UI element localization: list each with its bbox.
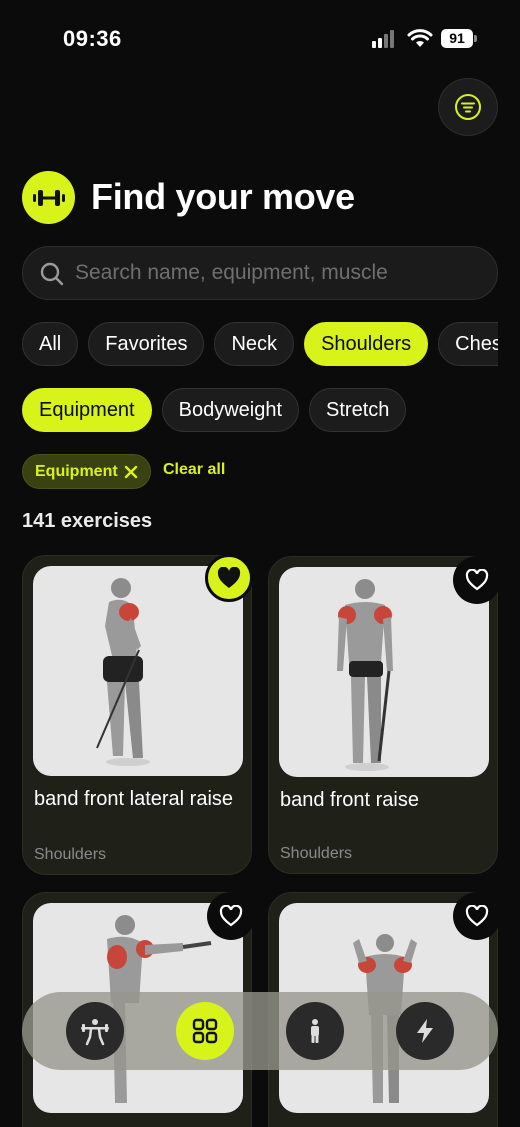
result-count: 141 exercises (22, 510, 153, 532)
dumbbell-icon (32, 189, 65, 206)
exercise-muscle: Shoulders (34, 846, 107, 863)
exercise-name: band front lateral raise (34, 788, 234, 810)
grid-icon (192, 1018, 218, 1044)
nav-quick[interactable] (396, 1002, 454, 1060)
person-icon (311, 1019, 319, 1043)
lightning-icon (417, 1019, 433, 1043)
search-icon (40, 262, 64, 286)
exercise-figure (337, 579, 393, 771)
type-filter-row: Equipment Bodyweight Stretch (22, 388, 407, 432)
nav-exercises[interactable] (176, 1002, 234, 1060)
chip-chest[interactable]: Chest (438, 322, 498, 366)
nav-body[interactable] (286, 1002, 344, 1060)
applied-filter-tag[interactable]: Equipment (22, 454, 151, 489)
bottom-nav (22, 992, 498, 1070)
page-title: Find your move (91, 176, 355, 217)
favorite-button[interactable] (207, 892, 255, 940)
clear-all-link[interactable]: Clear all (163, 461, 225, 479)
search-bar[interactable] (22, 246, 498, 300)
category-filter-row: All Favorites Neck Shoulders Chest (22, 322, 498, 366)
chip-equipment[interactable]: Equipment (22, 388, 152, 432)
exercise-card[interactable]: band front lateral raise Shoulders (22, 554, 253, 875)
favorite-button[interactable] (453, 892, 501, 940)
wifi-icon (407, 29, 433, 47)
chip-stretch[interactable]: Stretch (309, 388, 407, 432)
favorite-button[interactable] (205, 554, 253, 602)
status-bar: 09:36 91 (0, 0, 520, 78)
status-time: 09:36 (63, 26, 122, 51)
applied-filter-label: Equipment (35, 462, 118, 480)
heart-outline-icon (465, 569, 489, 591)
exercise-figure (96, 578, 150, 766)
favorite-button[interactable] (453, 556, 501, 604)
cellular-signal-icon (372, 30, 398, 48)
filter-icon (455, 94, 481, 120)
heart-filled-icon (217, 567, 241, 588)
exercise-card[interactable]: band front raise Shoulders (268, 556, 501, 874)
nav-workouts[interactable] (66, 1002, 124, 1060)
chip-shoulders[interactable]: Shoulders (304, 322, 429, 366)
exercise-muscle: Shoulders (280, 845, 353, 862)
heart-outline-icon (465, 905, 489, 927)
chip-neck[interactable]: Neck (214, 322, 295, 366)
close-icon[interactable] (124, 465, 138, 479)
battery-icon: 91 (441, 29, 477, 48)
chip-all[interactable]: All (22, 322, 79, 366)
battery-level: 91 (441, 29, 473, 48)
exercise-name: band front raise (280, 789, 419, 811)
exercise-image (279, 567, 489, 777)
search-input[interactable] (75, 247, 485, 299)
chip-favorites[interactable]: Favorites (88, 322, 205, 366)
filter-button[interactable] (438, 78, 498, 136)
app-logo (22, 171, 75, 224)
exercise-image (33, 566, 243, 776)
chip-bodyweight[interactable]: Bodyweight (161, 388, 300, 432)
heart-outline-icon (219, 905, 243, 927)
barbell-icon (81, 1019, 109, 1046)
